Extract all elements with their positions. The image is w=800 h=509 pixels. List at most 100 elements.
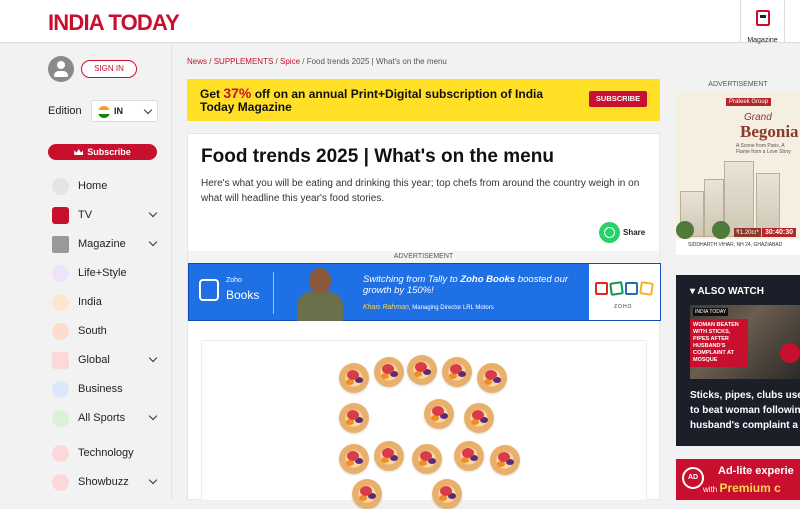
ad-person-image bbox=[293, 268, 345, 321]
edition-select[interactable]: IN bbox=[91, 100, 158, 122]
chevron-down-icon[interactable] bbox=[149, 238, 157, 246]
ad-lite-title: Ad-lite experie bbox=[718, 465, 794, 477]
ad-lite-banner[interactable]: AD Ad-lite experie with Premium c bbox=[676, 459, 800, 500]
ad-copy-bold: Zoho Books bbox=[460, 274, 515, 285]
rail-advertisement-label: ADVERTISEMENT bbox=[676, 81, 800, 88]
magazine-header-button[interactable]: Magazine bbox=[740, 0, 784, 43]
also-watch-headline[interactable]: Sticks, pipes, clubs use to beat woman f… bbox=[690, 388, 800, 433]
sidebar-item-label: Home bbox=[78, 180, 107, 192]
live-header-button[interactable]: Li bbox=[784, 0, 800, 43]
advertisement-label: ADVERTISEMENT bbox=[188, 251, 659, 263]
chevron-down-icon[interactable] bbox=[149, 354, 157, 362]
ad-lite-subtitle: with Premium c bbox=[703, 481, 781, 495]
chevron-down-icon[interactable] bbox=[149, 209, 157, 217]
promo-text: Get 37% off on an annual Print+Digital s… bbox=[200, 87, 570, 114]
article-card: Food trends 2025 | What's on the menu He… bbox=[187, 133, 660, 500]
chart-icon bbox=[52, 381, 69, 398]
site-header: INDIA TODAY Magazine Li bbox=[0, 0, 800, 43]
magazine-icon bbox=[52, 236, 69, 253]
showbuzz-icon bbox=[52, 474, 69, 491]
rail-ad-price: ₹1.20cr* bbox=[734, 228, 761, 237]
subscribe-button[interactable]: Subscribe bbox=[48, 144, 157, 160]
sidebar-item-home[interactable]: Home bbox=[52, 176, 164, 196]
crown-icon bbox=[74, 149, 83, 155]
left-sidebar: SIGN IN Edition IN Subscribe Home TV Mag… bbox=[0, 43, 172, 500]
sidebar-item-label: Business bbox=[78, 383, 123, 395]
subscribe-label: Subscribe bbox=[87, 147, 131, 157]
thumbnail-caption: WOMAN BEATEN WITH STICKS, PIPES AFTER HU… bbox=[690, 319, 748, 367]
headline-line: to beat woman followin bbox=[690, 403, 800, 418]
promo-text-before: Get bbox=[200, 87, 223, 101]
edition-label: Edition bbox=[48, 105, 82, 117]
whatsapp-share-button[interactable]: Share bbox=[599, 222, 649, 244]
promo-percent: 37% bbox=[223, 85, 251, 101]
also-watch-title: ▾ ALSO WATCH bbox=[690, 286, 764, 297]
sidebar-item-magazine[interactable]: Magazine bbox=[52, 234, 164, 254]
chevron-down-icon bbox=[144, 106, 152, 114]
sidebar-item-business[interactable]: Business bbox=[52, 379, 164, 399]
chevron-down-icon[interactable] bbox=[149, 412, 157, 420]
breadcrumb-separator: / bbox=[209, 57, 211, 66]
chevron-down-icon[interactable] bbox=[149, 476, 157, 484]
rail-ad-footer: SIDDHARTH VIHAR, NH 24, GHAZIABAD bbox=[676, 239, 800, 255]
sidebar-item-south[interactable]: South bbox=[52, 321, 164, 341]
sidebar-item-global[interactable]: Global bbox=[52, 350, 164, 370]
sidebar-item-technology[interactable]: Technology bbox=[52, 443, 164, 463]
also-watch-title-text: ALSO WATCH bbox=[697, 286, 763, 297]
sidebar-item-label: Life+Style bbox=[78, 267, 127, 279]
magazine-icon bbox=[756, 10, 770, 26]
zoho-logo-icon bbox=[595, 282, 655, 298]
rail-ad-brand: Prateek Group bbox=[726, 98, 771, 106]
ad-person-caption: Khais Rahman, Managing Director LRL Moto… bbox=[363, 304, 494, 311]
sidebar-item-all-sports[interactable]: All Sports bbox=[52, 408, 164, 428]
technology-icon bbox=[52, 445, 69, 462]
rail-ad-location: SIDDHARTH VIHAR, NH 24, GHAZIABAD bbox=[688, 242, 782, 248]
zoho-books-icon bbox=[199, 279, 219, 301]
global-icon bbox=[52, 352, 69, 369]
zoho-brand-small: Zoho bbox=[226, 277, 242, 284]
grand-begonia-ad[interactable]: Prateek Group Grand Begonia A Scene from… bbox=[676, 92, 800, 255]
sidebar-item-lifestyle[interactable]: Life+Style bbox=[52, 263, 164, 283]
edition-value: IN bbox=[114, 106, 123, 116]
zoho-books-ad[interactable]: Zoho Books Switching from Tally to Zoho … bbox=[188, 263, 661, 321]
channel-tag: INDIA TODAY bbox=[693, 308, 728, 316]
sidebar-item-showbuzz[interactable]: Showbuzz bbox=[52, 472, 164, 492]
share-label: Share bbox=[623, 228, 645, 237]
zoho-wordmark: ZOHO bbox=[614, 304, 632, 310]
sidebar-item-label: TV bbox=[78, 209, 92, 221]
breadcrumb: News / SUPPLEMENTS / Spice / Food trends… bbox=[187, 57, 447, 66]
breadcrumb-supplements[interactable]: SUPPLEMENTS bbox=[214, 57, 274, 66]
breadcrumb-spice[interactable]: Spice bbox=[280, 57, 300, 66]
sidebar-item-label: India bbox=[78, 296, 102, 308]
rail-ad-name: Begonia bbox=[740, 122, 799, 142]
sidebar-item-tv[interactable]: TV bbox=[52, 205, 164, 225]
rail-ad-plan: 30:40:30 bbox=[762, 228, 796, 237]
rail-ad-tagline: A Scene from Paris, A Flame from a Love … bbox=[736, 143, 796, 155]
sidebar-item-label: Showbuzz bbox=[78, 476, 129, 488]
sign-in-button[interactable]: SIGN IN bbox=[81, 60, 137, 78]
whatsapp-icon bbox=[599, 222, 620, 243]
sidebar-item-label: Technology bbox=[78, 447, 134, 459]
india-gate-icon bbox=[52, 294, 69, 311]
sidebar-item-label: Magazine bbox=[78, 238, 126, 250]
ad-lite-icon: AD bbox=[682, 467, 704, 489]
ad-copy-part: Switching from Tally to bbox=[363, 274, 460, 285]
sidebar-item-label: Global bbox=[78, 354, 110, 366]
sports-icon bbox=[52, 410, 69, 427]
user-avatar-icon[interactable] bbox=[48, 56, 74, 82]
india-flag-icon bbox=[98, 106, 110, 118]
home-icon bbox=[52, 178, 69, 195]
also-watch-thumbnail[interactable]: INDIA TODAY WOMAN BEATEN WITH STICKS, PI… bbox=[690, 305, 800, 379]
also-watch-panel: ▾ ALSO WATCH INDIA TODAY WOMAN BEATEN WI… bbox=[676, 275, 800, 446]
ad-person-name: Khais Rahman bbox=[363, 304, 409, 311]
sidebar-item-india[interactable]: India bbox=[52, 292, 164, 312]
zoho-logo-panel: ZOHO bbox=[589, 264, 660, 320]
play-icon[interactable] bbox=[780, 343, 800, 363]
breadcrumb-current: Food trends 2025 | What's on the menu bbox=[307, 57, 447, 66]
promo-text-after: off on an annual Print+Digital subscript… bbox=[200, 87, 543, 114]
sidebar-item-label: South bbox=[78, 325, 107, 337]
promo-subscribe-button[interactable]: SUBSCRIBE bbox=[589, 91, 647, 107]
article-headline: Food trends 2025 | What's on the menu bbox=[201, 146, 554, 168]
india-today-logo[interactable]: INDIA TODAY bbox=[48, 10, 179, 36]
breadcrumb-news[interactable]: News bbox=[187, 57, 207, 66]
